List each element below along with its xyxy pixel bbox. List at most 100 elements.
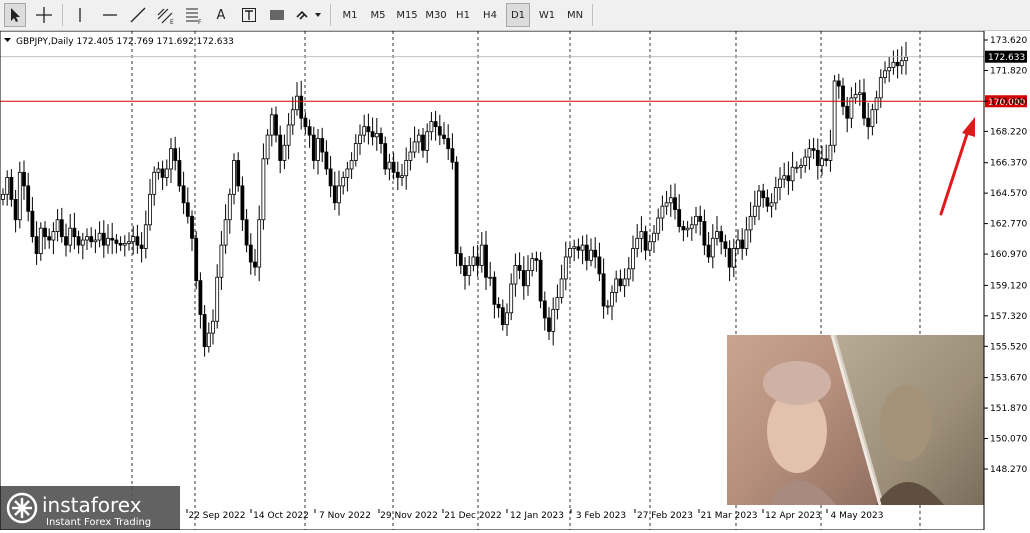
candle-body-up [219, 244, 224, 278]
candle-body-up [152, 171, 157, 195]
candle-body-down [421, 134, 425, 151]
arrows-dropdown-icon[interactable] [294, 3, 324, 27]
candle-body-up [232, 160, 236, 195]
candle-body-up [878, 77, 883, 99]
candle-body-down [437, 126, 442, 136]
candle-body-down [253, 261, 257, 268]
candle-body-up [664, 202, 669, 207]
equidistant-channel-icon[interactable]: E [154, 3, 178, 27]
candle-body-up [467, 265, 472, 276]
candle-body-down [244, 219, 249, 246]
candle-body-up [404, 160, 409, 177]
x-tick-label: 27 Feb 2023 [637, 511, 693, 521]
y-tick-label: 160.970 [990, 250, 1027, 260]
candle-body-down [160, 168, 165, 178]
candle-body-up [93, 239, 98, 243]
trendline-icon[interactable] [126, 3, 150, 27]
candle-body-down [185, 202, 190, 217]
candle-body-up [744, 229, 749, 249]
text-label-icon[interactable] [238, 3, 260, 27]
cursor-icon[interactable] [4, 3, 26, 27]
x-tick-label: 7 Nov 2022 [319, 511, 371, 521]
candle-body-down [72, 227, 77, 238]
toolbar-separator [330, 4, 331, 26]
candle-body-down [492, 276, 497, 305]
candle-body-up [857, 92, 862, 95]
candle-body-up [790, 166, 795, 182]
candle-body-up [286, 124, 291, 146]
timeframe-m1[interactable]: M1 [337, 3, 363, 27]
candle-body-up [614, 278, 619, 293]
candle-body-up [408, 151, 413, 161]
timeframe-m5[interactable]: M5 [365, 3, 391, 27]
candle-body-down [328, 168, 333, 187]
candle-body-down [391, 161, 396, 173]
candle-body-up [265, 134, 270, 160]
text-icon[interactable]: A [210, 3, 232, 27]
candle-body-down [862, 92, 866, 119]
crosshair-icon[interactable] [32, 3, 56, 27]
candle-body-up [5, 177, 10, 195]
timeframe-w1[interactable]: W1 [534, 3, 560, 27]
timeframe-mn[interactable]: MN [562, 3, 588, 27]
timeframe-d1[interactable]: D1 [506, 3, 530, 27]
candle-body-down [517, 265, 522, 271]
candle-body-down [765, 197, 770, 207]
y-tick-label: 162.770 [990, 220, 1027, 230]
candle-body-up [269, 114, 274, 136]
candle-body-down [450, 148, 455, 163]
candle-body-up [416, 134, 421, 143]
vertical-line-icon[interactable] [68, 3, 92, 27]
current-price-label: 172.633 [988, 53, 1025, 63]
timeframe-h1[interactable]: H1 [451, 3, 475, 27]
timeframe-m15[interactable]: M15 [393, 3, 421, 27]
candle-body-down [786, 175, 791, 182]
candle-body-down [379, 133, 383, 144]
candle-body-up [563, 256, 568, 280]
fibonacci-icon[interactable]: F [182, 3, 206, 27]
candle-body-up [757, 190, 761, 207]
candle-body-up [425, 131, 430, 151]
horizontal-line-icon[interactable] [98, 3, 122, 27]
candle-body-up [778, 178, 782, 188]
candle-body-down [135, 236, 140, 246]
candle-body-down [89, 236, 94, 243]
price-chart[interactable]: 170.000 172.633 173.620 171.820 170.000 168.… [0, 30, 1030, 531]
candle-body-up [127, 241, 131, 244]
y-tick-label: 153.670 [990, 374, 1027, 384]
candle-body-up [479, 244, 484, 266]
candle-body-down [727, 248, 732, 268]
candle-body-down [202, 314, 207, 348]
y-tick-label: 148.270 [990, 465, 1027, 475]
candle-body-up [509, 283, 514, 314]
candle-body-down [723, 241, 728, 249]
candle-body-down [463, 265, 467, 276]
candle-body-down [740, 239, 745, 249]
x-tick-label: 21 Mar 2023 [700, 511, 757, 521]
y-tick-label: 155.520 [990, 342, 1027, 352]
chart-header: GBPJPY,Daily 172.405 172.769 171.692 172… [4, 37, 234, 47]
candle-body-up [341, 177, 346, 187]
toolbar: E F A M1 M5 M15 M30 H1 H4 D1 W1 MN [0, 0, 1030, 31]
timeframe-m30[interactable]: M30 [422, 3, 450, 27]
candle-body-up [551, 309, 556, 332]
candle-body-up [887, 67, 892, 72]
toolbar-separator [592, 4, 593, 26]
candle-body-down [643, 231, 648, 251]
timeframe-h4[interactable]: H4 [478, 3, 502, 27]
currency-notes-image [727, 334, 984, 506]
price-axis: 173.620 171.820 170.000 168.220 166.370 164.5… [984, 36, 1027, 475]
candle-body-down [194, 237, 199, 282]
candle-body-up [345, 168, 350, 178]
candle-body-down [454, 161, 459, 254]
rectangle-icon[interactable] [266, 3, 288, 27]
candle-body-down [101, 232, 106, 246]
candle-body-down [597, 256, 602, 275]
candle-body-down [673, 197, 677, 210]
candle-body-up [55, 219, 60, 232]
x-tick-label: 12 Jan 2023 [510, 511, 564, 521]
time-axis: 22 Sep 2022 14 Oct 2022 7 Nov 2022 29 Nov 2… [186, 509, 883, 521]
candle-body-down [895, 61, 900, 67]
candle-body-down [311, 134, 316, 161]
candle-body-up [211, 320, 215, 334]
